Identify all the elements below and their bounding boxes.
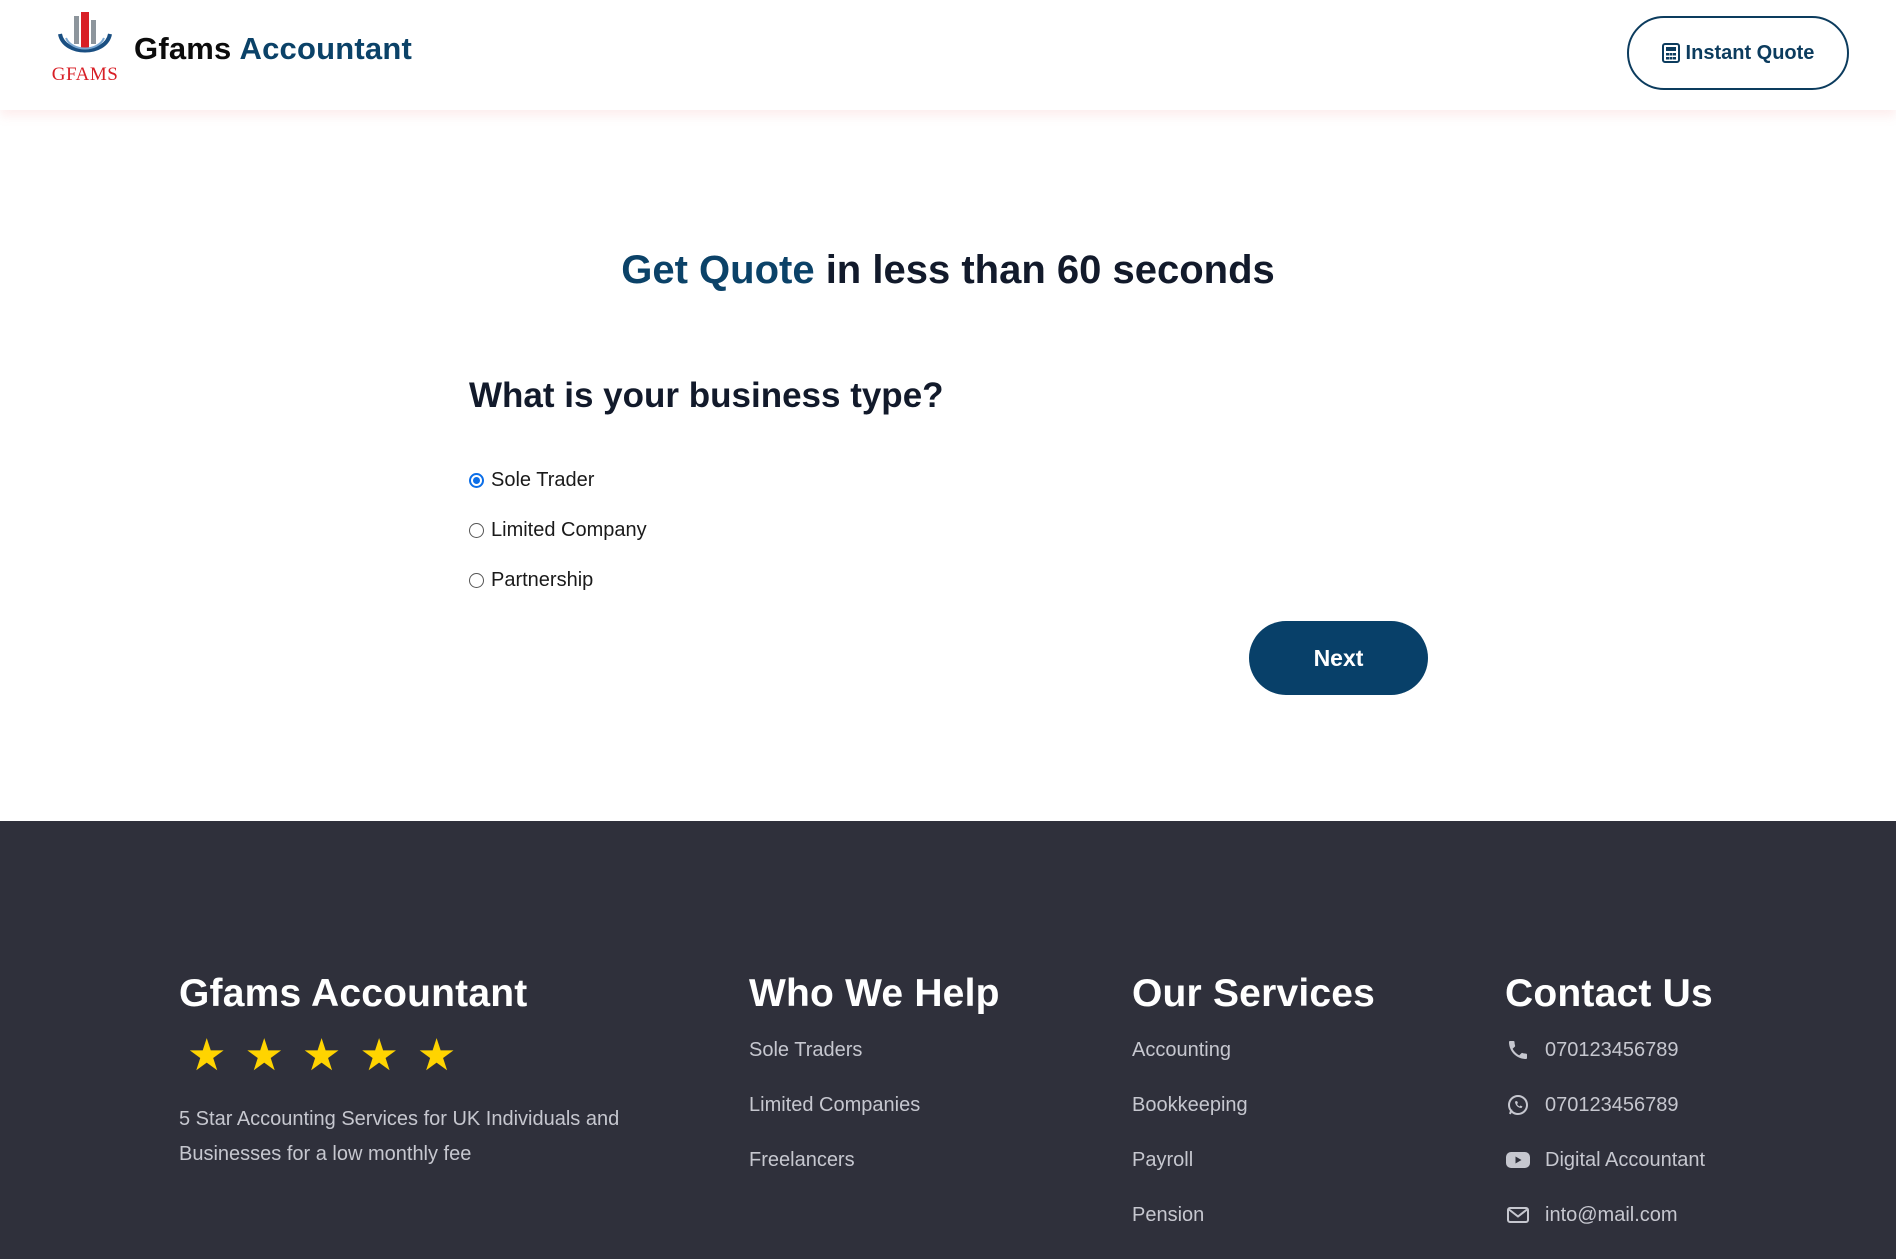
instant-quote-label: Instant Quote: [1685, 41, 1815, 64]
footer-link-pension[interactable]: Pension: [1132, 1203, 1204, 1227]
radio-partnership[interactable]: [469, 572, 484, 588]
brand-name-primary: Gfams: [134, 31, 232, 66]
rating-stars: ★ ★ ★ ★ ★: [187, 1034, 679, 1078]
brand-name-secondary: Accountant: [239, 31, 412, 66]
business-type-options: Sole Trader Limited Company Partnership: [469, 455, 647, 605]
footer-link-payroll[interactable]: Payroll: [1132, 1148, 1193, 1172]
page-title: Get Quote in less than 60 seconds: [0, 248, 1896, 293]
footer-about: Gfams Accountant ★ ★ ★ ★ ★ 5 Star Accoun…: [179, 972, 679, 1172]
footer-contact-title: Contact Us: [1505, 972, 1713, 1015]
option-sole-trader[interactable]: Sole Trader: [469, 455, 647, 505]
star-icon: ★: [187, 1031, 227, 1080]
footer-link-bookkeeping[interactable]: Bookkeeping: [1132, 1093, 1248, 1117]
footer-contact: Contact Us 070123456789 070123456789 Dig…: [1505, 972, 1713, 1258]
footer-who-we-help: Who We Help Sole Traders Limited Compani…: [749, 972, 1000, 1203]
site-header: GFAMS Gfams Accountant Instant Quote: [0, 0, 1896, 110]
option-label: Sole Trader: [491, 468, 595, 491]
whatsapp-icon: [1505, 1093, 1531, 1117]
instant-quote-button[interactable]: Instant Quote: [1627, 16, 1849, 90]
site-footer: Gfams Accountant ★ ★ ★ ★ ★ 5 Star Accoun…: [0, 821, 1896, 1259]
mail-icon: [1505, 1203, 1531, 1227]
radio-sole-trader[interactable]: [469, 472, 484, 488]
footer-link-limited-companies[interactable]: Limited Companies: [749, 1093, 920, 1117]
contact-phone[interactable]: 070123456789: [1545, 1038, 1678, 1062]
next-button[interactable]: Next: [1249, 621, 1428, 695]
brand[interactable]: GFAMS Gfams Accountant: [50, 12, 412, 86]
contact-whatsapp[interactable]: 070123456789: [1545, 1093, 1678, 1117]
star-icon: ★: [416, 1031, 457, 1080]
footer-about-title: Gfams Accountant: [179, 972, 528, 1015]
footer-link-accounting[interactable]: Accounting: [1132, 1038, 1231, 1062]
option-label: Limited Company: [491, 518, 647, 541]
star-icon: ★: [301, 1031, 342, 1080]
phone-icon: [1505, 1038, 1531, 1062]
radio-limited-company[interactable]: [469, 522, 484, 538]
page-title-rest: in less than 60 seconds: [814, 248, 1275, 292]
brand-name: Gfams Accountant: [134, 31, 412, 67]
footer-about-description: 5 Star Accounting Services for UK Indivi…: [179, 1108, 620, 1165]
youtube-icon: [1505, 1148, 1531, 1172]
page-title-accent: Get Quote: [621, 248, 815, 292]
contact-email[interactable]: into@mail.com: [1545, 1203, 1678, 1227]
footer-who-we-help-title: Who We Help: [749, 972, 1000, 1015]
star-icon: ★: [359, 1031, 399, 1080]
logo-text: GFAMS: [51, 64, 119, 85]
business-type-question: What is your business type?: [469, 376, 944, 415]
option-label: Partnership: [491, 568, 594, 591]
footer-link-freelancers[interactable]: Freelancers: [749, 1148, 855, 1172]
footer-link-sole-traders[interactable]: Sole Traders: [749, 1038, 862, 1062]
option-limited-company[interactable]: Limited Company: [469, 505, 647, 555]
star-icon: ★: [244, 1031, 284, 1080]
option-partnership[interactable]: Partnership: [469, 555, 647, 605]
calculator-icon: [1661, 43, 1680, 63]
contact-youtube[interactable]: Digital Accountant: [1545, 1148, 1705, 1172]
footer-our-services-title: Our Services: [1132, 972, 1376, 1015]
gfams-logo: GFAMS: [50, 12, 120, 86]
footer-our-services: Our Services Accounting Bookkeeping Payr…: [1132, 972, 1375, 1258]
